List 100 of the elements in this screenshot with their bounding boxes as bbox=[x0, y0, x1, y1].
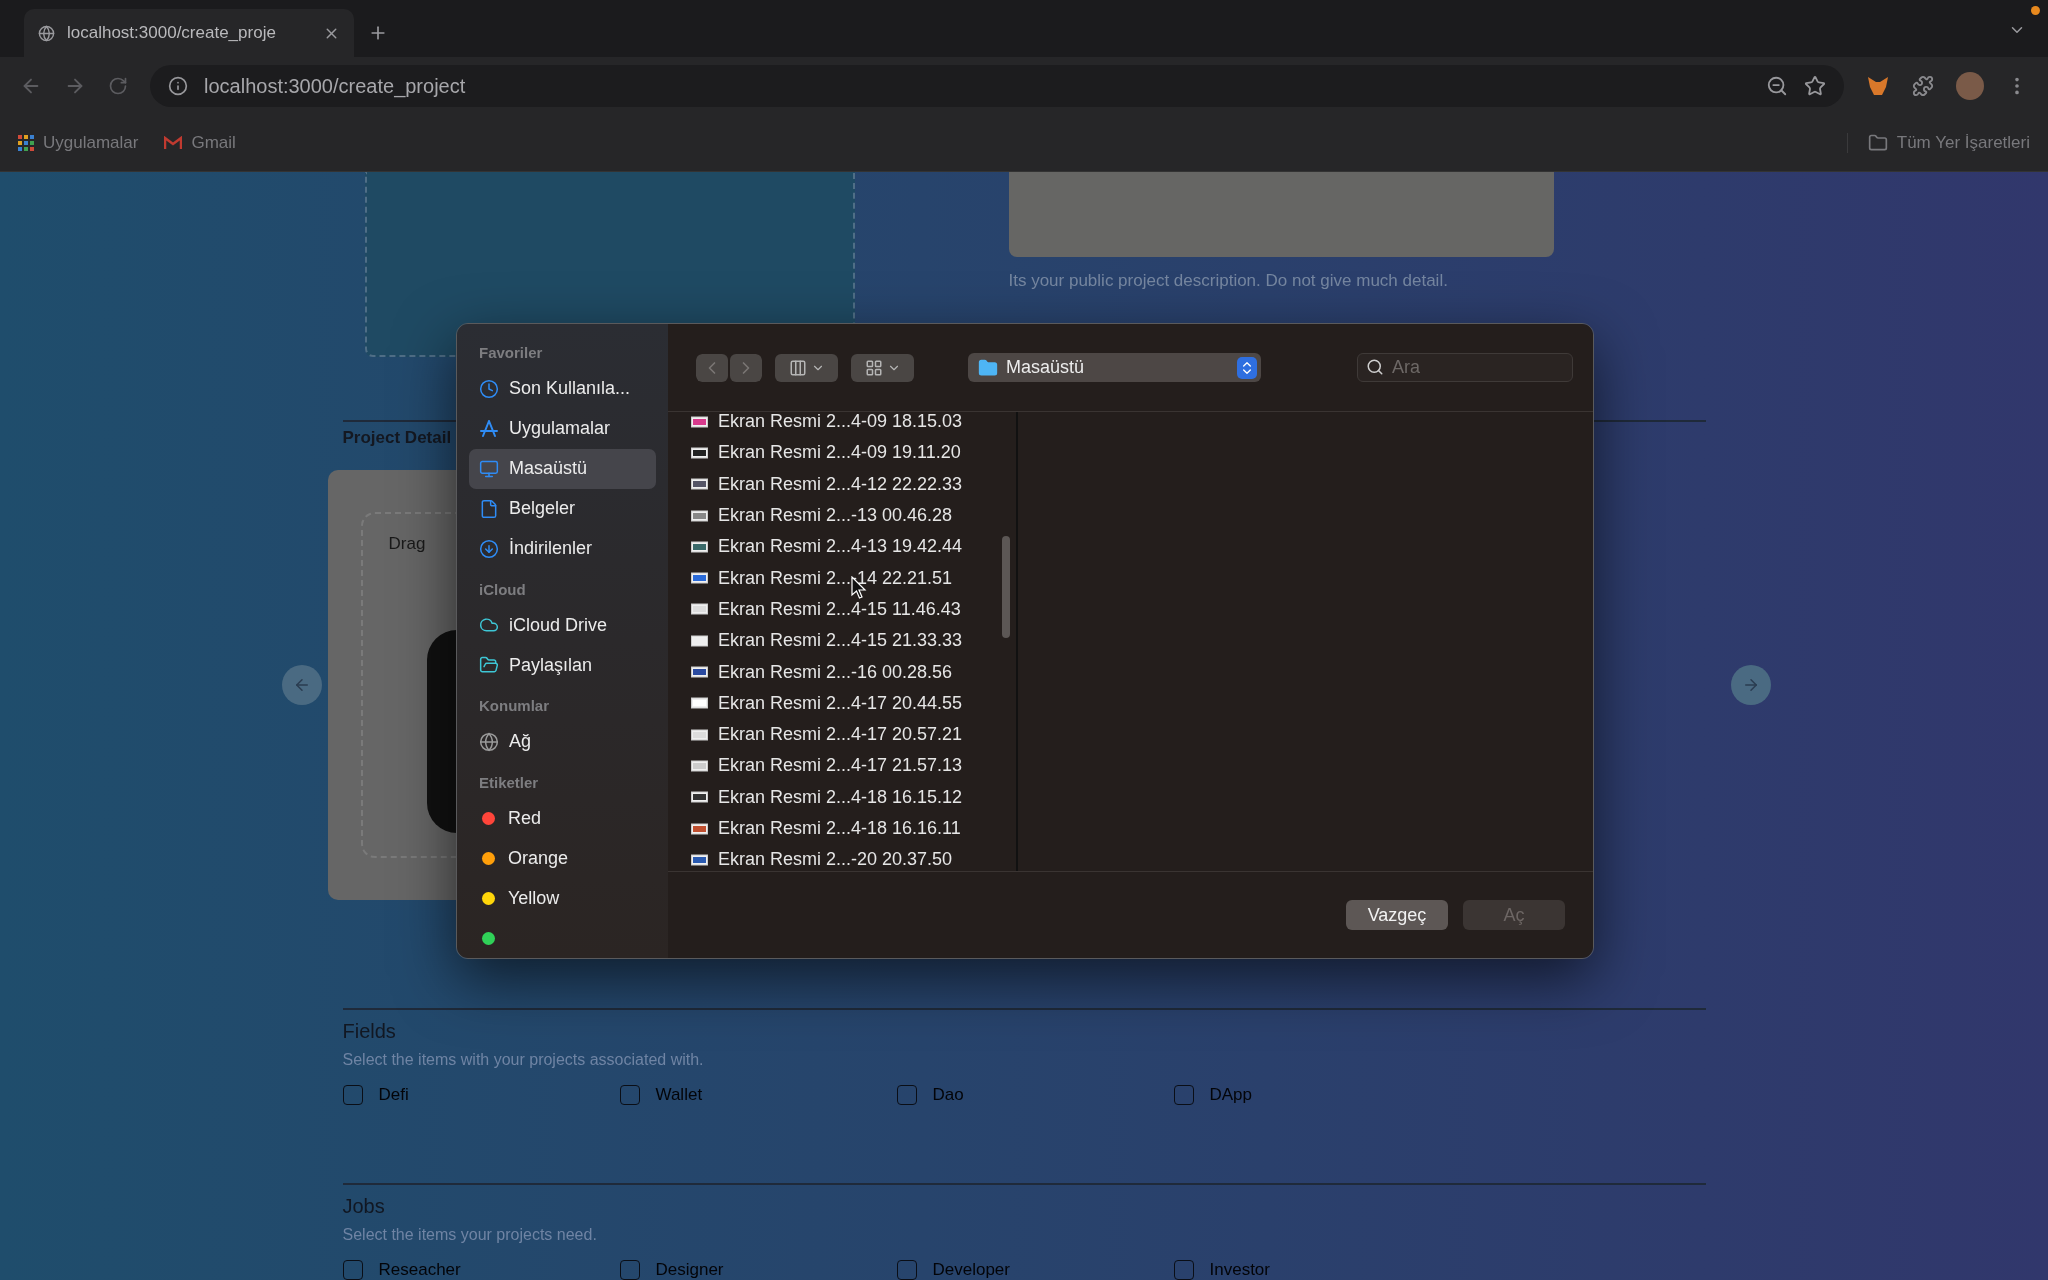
file-thumbnail-icon bbox=[691, 852, 708, 867]
file-item[interactable]: Ekran Resmi 2...-13 00.46.28 bbox=[668, 499, 1016, 532]
file-item[interactable]: Ekran Resmi 2...4-12 22.22.33 bbox=[668, 468, 1016, 500]
back-button[interactable] bbox=[696, 353, 728, 382]
globe-icon bbox=[38, 24, 55, 42]
group-subtitle: Select the items with your projects associated with. bbox=[342, 1051, 704, 1069]
previous-button[interactable] bbox=[281, 665, 322, 705]
file-thumbnail-icon bbox=[691, 414, 708, 429]
checkbox-label: Developer bbox=[932, 1260, 1010, 1280]
file-thumbnail-icon bbox=[691, 633, 708, 648]
file-thumbnail-icon bbox=[691, 665, 708, 679]
file-thumbnail-icon bbox=[691, 508, 708, 523]
checkbox[interactable] bbox=[1173, 1085, 1194, 1105]
file-item[interactable]: Ekran Resmi 2...4-17 20.44.55 bbox=[668, 687, 1016, 719]
clock-icon bbox=[479, 378, 499, 399]
view-mode-button[interactable] bbox=[775, 353, 838, 382]
tag-item[interactable]: Yellow bbox=[469, 878, 656, 918]
group-title: Jobs bbox=[342, 1195, 385, 1218]
field-hint: Its your public project description. Do not give much detail. bbox=[1008, 271, 1449, 291]
group-button[interactable] bbox=[851, 353, 914, 382]
sidebar-heading: iCloud bbox=[478, 580, 527, 600]
reload-icon[interactable] bbox=[108, 76, 128, 96]
sidebar-heading: Favoriler bbox=[478, 344, 544, 363]
checkbox[interactable] bbox=[342, 1085, 363, 1105]
sidebar-heading: Konumlar bbox=[478, 697, 550, 716]
zoom-icon[interactable] bbox=[1766, 75, 1788, 97]
file-item[interactable]: Ekran Resmi 2...-16 00.28.56 bbox=[668, 656, 1016, 688]
checkbox-label: Reseacher bbox=[378, 1260, 461, 1280]
file-thumbnail-icon bbox=[691, 445, 708, 460]
fox-icon[interactable] bbox=[1866, 75, 1890, 97]
extensions-icon[interactable] bbox=[1912, 75, 1934, 97]
checkbox[interactable] bbox=[1173, 1260, 1194, 1280]
info-icon[interactable] bbox=[168, 76, 188, 96]
desktop-icon bbox=[479, 458, 499, 479]
file-thumbnail-icon bbox=[691, 727, 708, 742]
checkbox-label: Designer bbox=[655, 1260, 724, 1280]
grid-icon bbox=[864, 358, 883, 377]
forward-button[interactable] bbox=[730, 353, 762, 382]
apps-grid-icon bbox=[18, 135, 34, 151]
group-subtitle: Select the items your projects need. bbox=[342, 1226, 597, 1244]
sidebar-item[interactable]: iCloud Drive bbox=[469, 605, 656, 645]
file-item[interactable]: Ekran Resmi 2...4-15 11.46.43 bbox=[668, 593, 1016, 626]
sidebar-item[interactable]: Son Kullanıla... bbox=[469, 368, 656, 409]
cancel-button[interactable]: Vazgeç bbox=[1346, 900, 1448, 930]
profile-avatar[interactable] bbox=[1956, 72, 1984, 100]
file-item[interactable]: Ekran Resmi 2...4-13 19.42.44 bbox=[668, 531, 1016, 563]
file-thumbnail-icon bbox=[691, 539, 708, 554]
cloud-icon bbox=[479, 615, 499, 635]
sidebar-item[interactable]: Belgeler bbox=[469, 488, 656, 529]
checkbox[interactable] bbox=[896, 1085, 917, 1105]
file-item[interactable]: Ekran Resmi 2...4-09 18.15.03 bbox=[668, 412, 1016, 438]
sidebar-item[interactable]: İndirilenler bbox=[469, 528, 656, 569]
search-field[interactable]: Ara bbox=[1357, 353, 1573, 382]
file-item[interactable]: Ekran Resmi 2...-20 20.37.50 bbox=[668, 844, 1016, 871]
file-item[interactable]: Ekran Resmi 2...4-18 16.15.12 bbox=[668, 781, 1016, 813]
description-field[interactable] bbox=[1008, 172, 1554, 257]
file-item[interactable]: Ekran Resmi 2...4-18 16.16.11 bbox=[668, 812, 1016, 845]
checkbox[interactable] bbox=[619, 1085, 640, 1105]
drop-text: Drag bbox=[388, 534, 426, 554]
document-icon bbox=[479, 498, 499, 519]
file-item[interactable]: Ekran Resmi 2...4-17 20.57.21 bbox=[668, 718, 1016, 751]
file-item[interactable]: Ekran Resmi 2...4-17 21.57.13 bbox=[668, 750, 1016, 782]
file-thumbnail-icon bbox=[691, 790, 708, 805]
checkbox[interactable] bbox=[342, 1260, 363, 1280]
sidebar-item[interactable]: Masaüstü bbox=[469, 448, 656, 489]
sidebar-item[interactable]: Uygulamalar bbox=[469, 408, 656, 449]
sidebar-item[interactable]: Paylaşılan bbox=[469, 645, 656, 685]
search-icon bbox=[1366, 358, 1384, 376]
sidebar-item[interactable]: Ağ bbox=[469, 721, 656, 762]
shared-folder-icon bbox=[479, 655, 499, 675]
checkbox[interactable] bbox=[896, 1260, 917, 1280]
tab-title: localhost:3000/create_proje bbox=[67, 23, 277, 43]
address-bar[interactable]: localhost:3000/create_project bbox=[150, 65, 1844, 107]
tag-item[interactable]: Red bbox=[469, 798, 656, 838]
bookmark-link[interactable]: Gmail bbox=[164, 133, 236, 153]
file-thumbnail-icon bbox=[691, 758, 708, 773]
next-button[interactable] bbox=[1730, 665, 1771, 705]
mail-icon bbox=[164, 136, 183, 150]
folder-icon bbox=[1867, 133, 1888, 153]
columns-icon bbox=[788, 358, 807, 377]
file-thumbnail-icon bbox=[691, 571, 708, 586]
tag-item[interactable]: Orange bbox=[469, 838, 656, 878]
sidebar-heading: Etiketler bbox=[478, 773, 540, 793]
file-thumbnail-icon bbox=[691, 821, 708, 836]
checkbox-label: DApp bbox=[1209, 1085, 1253, 1105]
globe-icon bbox=[479, 731, 499, 752]
group-title: Fields bbox=[342, 1020, 396, 1043]
file-item[interactable]: Ekran Resmi 2...4-15 21.33.33 bbox=[668, 625, 1016, 657]
location-dropdown[interactable]: Masaüstü bbox=[968, 353, 1261, 382]
checkbox-label: Dao bbox=[932, 1085, 964, 1105]
scrollbar[interactable] bbox=[1002, 536, 1010, 638]
browser-tab[interactable]: localhost:3000/create_proje bbox=[24, 9, 354, 57]
checkbox[interactable] bbox=[619, 1260, 640, 1280]
download-icon bbox=[479, 538, 499, 559]
url-text: localhost:3000/create_project bbox=[204, 74, 467, 98]
file-item[interactable]: Ekran Resmi 2...-14 22.21.51 bbox=[668, 562, 1016, 594]
file-item[interactable]: Ekran Resmi 2...4-09 19.11.20 bbox=[668, 437, 1016, 469]
bookmark-star-icon[interactable] bbox=[1804, 75, 1826, 97]
section-title: Project Detail bbox=[342, 428, 452, 448]
checkbox-label: Investor bbox=[1209, 1260, 1270, 1280]
